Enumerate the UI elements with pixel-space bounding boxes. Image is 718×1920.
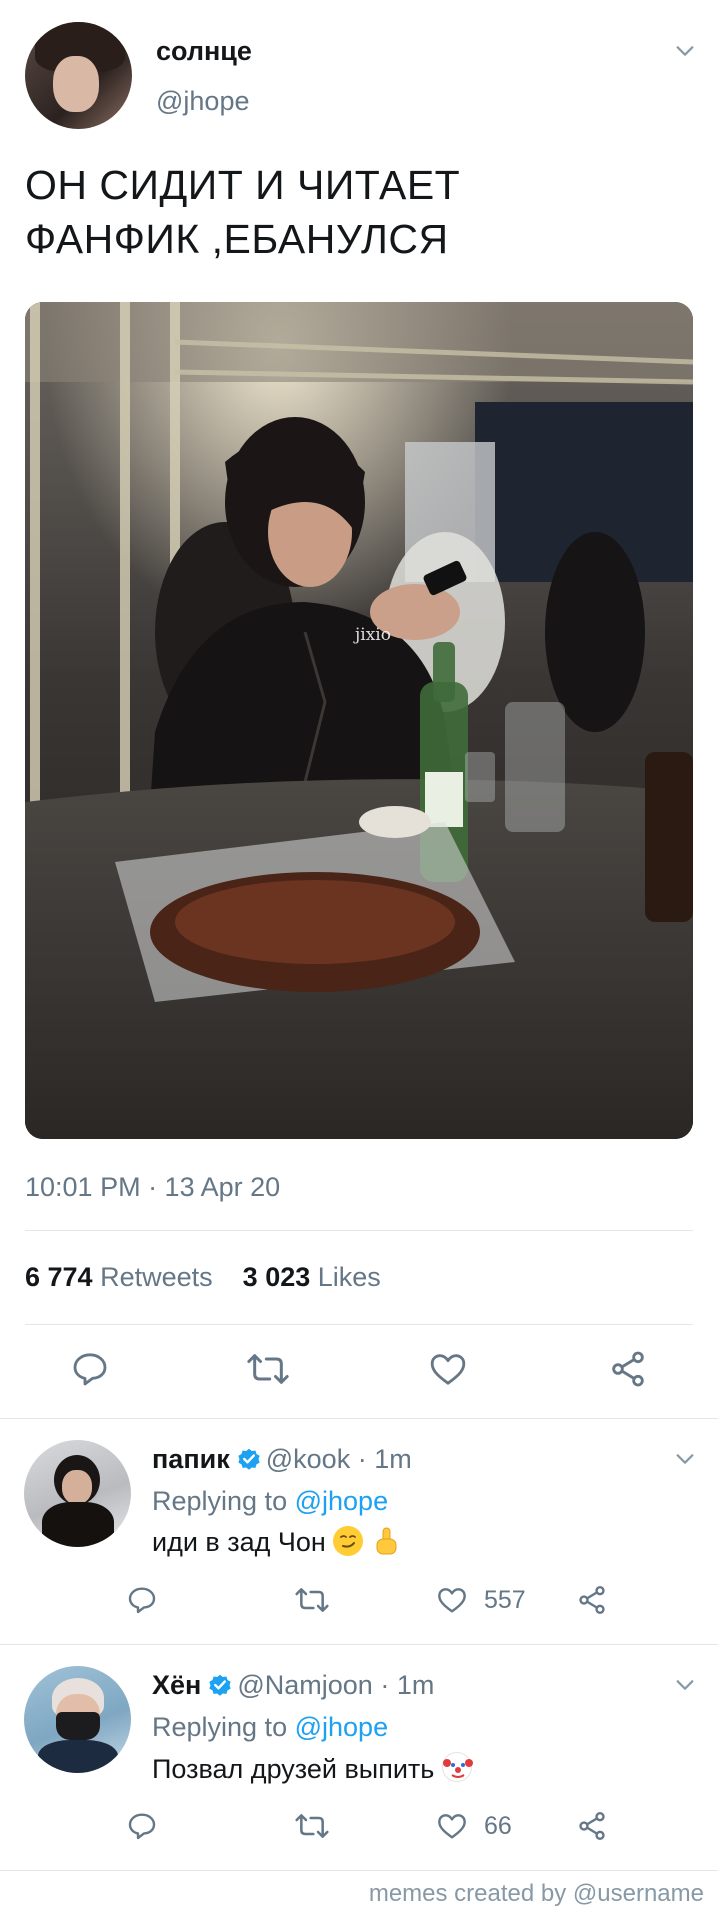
retweets-label[interactable]: Retweets xyxy=(100,1262,213,1292)
tweet-text-line-1: ОН СИДИТ И ЧИТАЕТ xyxy=(25,162,461,208)
reply-item[interactable]: папик @kook · 1m Replying to @jhope иди в… xyxy=(0,1418,718,1644)
reply-time: · 1m xyxy=(380,1670,435,1700)
reply-text-content: иди в зад Чон xyxy=(152,1527,326,1557)
middle-finger-emoji xyxy=(371,1526,401,1556)
likes-label[interactable]: Likes xyxy=(318,1262,381,1292)
reply-display-name[interactable]: Хён xyxy=(152,1670,201,1700)
author-handle[interactable]: @jhope xyxy=(156,86,249,117)
replying-to-prefix: Replying to xyxy=(152,1486,288,1516)
reply-header: Хён @Namjoon · 1m xyxy=(152,1670,434,1701)
avatar-face xyxy=(53,56,99,112)
reply-icon[interactable] xyxy=(70,1349,110,1389)
like-icon[interactable] xyxy=(436,1810,468,1842)
retweet-icon[interactable] xyxy=(294,1810,330,1842)
verified-icon xyxy=(236,1446,262,1472)
tweet-text-line-2: ФАНФИК ,ЕБАНУЛСЯ xyxy=(25,216,449,262)
chevron-down-icon[interactable] xyxy=(674,1448,696,1470)
reply-header: папик @kook · 1m xyxy=(152,1444,412,1475)
share-icon[interactable] xyxy=(608,1349,648,1389)
divider xyxy=(25,1230,693,1231)
author-display-name[interactable]: солнце xyxy=(156,36,252,67)
reply-time: · 1m xyxy=(357,1444,412,1474)
reply-like-count: 66 xyxy=(484,1812,512,1840)
like-icon[interactable] xyxy=(436,1584,468,1616)
reply-item[interactable]: Хён @Namjoon · 1m Replying to @jhope Позв… xyxy=(0,1644,718,1870)
tweet-photo[interactable]: jixio xyxy=(25,302,693,1139)
verified-icon xyxy=(207,1672,233,1698)
replying-to-handle[interactable]: @jhope xyxy=(295,1486,388,1516)
reply-like-count: 557 xyxy=(484,1586,526,1614)
reply-handle[interactable]: @kook xyxy=(266,1444,350,1474)
replying-to: Replying to @jhope xyxy=(152,1486,388,1517)
meme-credit: memes created by @username xyxy=(368,1880,704,1907)
photo-watermark: jixio xyxy=(353,625,391,645)
reply-icon[interactable] xyxy=(126,1584,158,1616)
tweet-timestamp[interactable]: 10:01 PM · 13 Apr 20 xyxy=(25,1172,280,1203)
reply-text: иди в зад Чон xyxy=(152,1526,401,1558)
share-icon[interactable] xyxy=(576,1584,608,1616)
reply-text-content: Позвал друзей выпить xyxy=(152,1754,435,1784)
retweets-count[interactable]: 6 774 xyxy=(25,1262,93,1292)
retweet-icon[interactable] xyxy=(246,1349,290,1389)
tweet-action-bar xyxy=(0,1345,718,1395)
tweet-stats: 6 774 Retweets 3 023 Likes xyxy=(25,1262,381,1293)
reply-text: Позвал друзей выпить xyxy=(152,1752,473,1785)
chevron-down-icon[interactable] xyxy=(674,40,696,62)
share-icon[interactable] xyxy=(576,1810,608,1842)
like-icon[interactable] xyxy=(428,1349,468,1389)
clown-emoji xyxy=(441,1752,473,1782)
replying-to: Replying to @jhope xyxy=(152,1712,388,1743)
reply-avatar[interactable] xyxy=(24,1440,131,1547)
likes-count[interactable]: 3 023 xyxy=(243,1262,311,1292)
divider xyxy=(25,1324,693,1325)
author-avatar[interactable] xyxy=(25,22,132,129)
reply-display-name[interactable]: папик xyxy=(152,1444,230,1474)
tweet-text: ОН СИДИТ И ЧИТАЕТ ФАНФИК ,ЕБАНУЛСЯ xyxy=(25,158,685,266)
replying-to-prefix: Replying to xyxy=(152,1712,288,1742)
chevron-down-icon[interactable] xyxy=(674,1674,696,1696)
reply-handle[interactable]: @Namjoon xyxy=(237,1670,372,1700)
divider xyxy=(0,1870,718,1871)
retweet-icon[interactable] xyxy=(294,1584,330,1616)
replying-to-handle[interactable]: @jhope xyxy=(295,1712,388,1742)
smirk-emoji xyxy=(333,1526,364,1556)
reply-icon[interactable] xyxy=(126,1810,158,1842)
reply-avatar[interactable] xyxy=(24,1666,131,1773)
